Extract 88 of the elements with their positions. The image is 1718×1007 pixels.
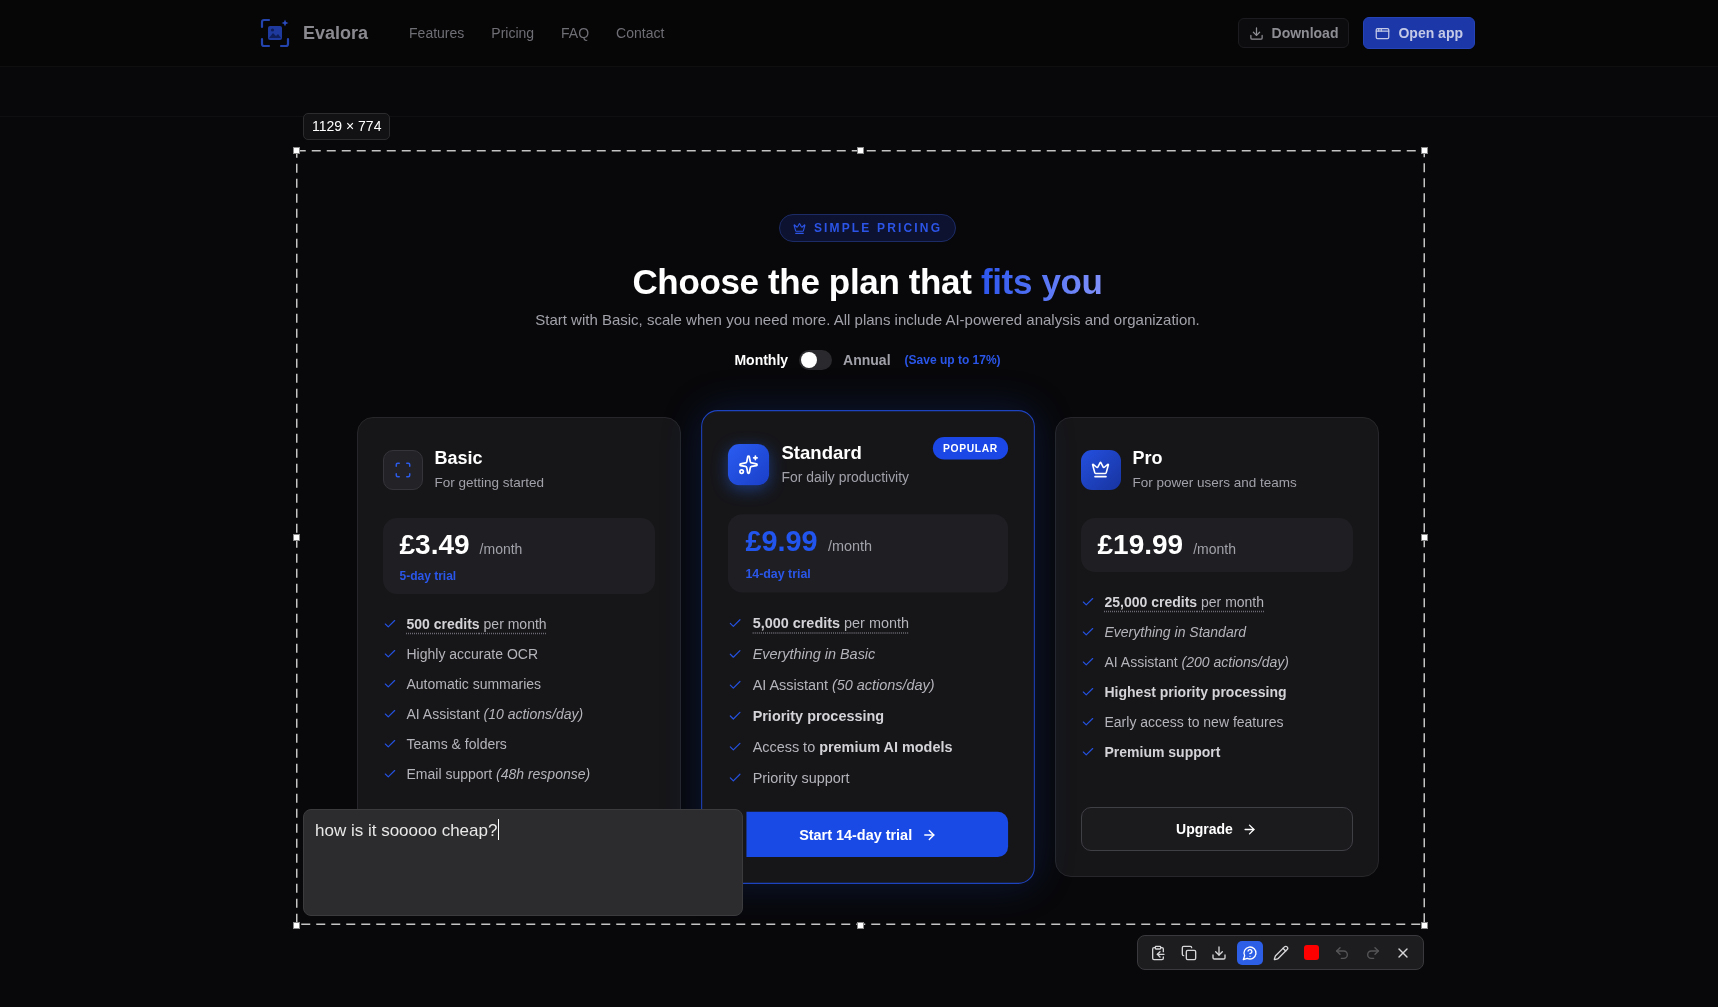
page-heading: Choose the plan that fits you	[632, 261, 1103, 303]
popular-badge: POPULAR	[932, 436, 1008, 460]
price-period: /month	[827, 536, 872, 557]
pencil-icon	[1272, 944, 1289, 961]
scan-icon	[382, 449, 423, 490]
trial-note: 14-day trial	[744, 565, 812, 583]
check-icon	[1080, 655, 1095, 669]
feature-text: Highly accurate OCR	[406, 645, 538, 664]
download-icon	[1248, 25, 1264, 41]
nav-link[interactable]: Contact	[616, 22, 665, 44]
price-period: /month	[1193, 540, 1236, 559]
resize-handle[interactable]	[857, 147, 864, 154]
check-icon	[1080, 595, 1095, 609]
feature-text: Highest priority processing	[1104, 683, 1287, 702]
plan-price: £3.49	[399, 528, 470, 562]
text-cursor	[498, 819, 500, 840]
app-window-icon	[1375, 25, 1391, 41]
billing-option: Monthly	[734, 349, 789, 371]
feature-text: Priority support	[752, 768, 850, 789]
question-bubble-icon	[1241, 944, 1258, 961]
crown-icon	[1080, 449, 1121, 490]
plan-name: Standard	[781, 441, 863, 465]
resize-handle[interactable]	[1421, 922, 1428, 929]
feature-text: Early access to new features	[1104, 713, 1284, 732]
resize-handle[interactable]	[293, 922, 300, 929]
resize-handle[interactable]	[1421, 147, 1428, 154]
page-subtitle: Start with Basic, scale when you need more. All plans include AI-powered analysis and organization.	[535, 310, 1200, 330]
check-icon	[382, 737, 397, 751]
resize-handle[interactable]	[293, 147, 300, 154]
open-app-button[interactable]: Open app	[1363, 17, 1475, 49]
resize-handle[interactable]	[293, 534, 300, 541]
check-icon	[382, 767, 397, 781]
redo-icon	[1364, 944, 1381, 961]
feature-text: Priority processing	[752, 706, 884, 727]
feature-text: AI Assistant (10 actions/day)	[406, 705, 584, 724]
plan-tagline: For daily productivity	[781, 468, 909, 488]
brand-name: Evalora	[303, 21, 369, 45]
trial-note: 5-day trial	[399, 568, 458, 584]
download-icon	[1211, 944, 1228, 961]
nav-link[interactable]: Features	[409, 22, 465, 44]
plan-name: Basic	[434, 447, 484, 470]
logo-icon	[260, 18, 290, 48]
feature-text: AI Assistant (50 actions/day)	[752, 675, 935, 696]
save-note: (Save up to 17%)	[904, 352, 1001, 369]
plan-price: £9.99	[744, 524, 818, 560]
check-icon	[1080, 745, 1095, 759]
plan-tagline: For power users and teams	[1132, 474, 1297, 492]
check-icon	[382, 647, 397, 661]
size-label: 1129 × 774	[303, 113, 391, 140]
billing-toggle[interactable]	[799, 350, 833, 370]
badge-text: SIMPLE PRICING	[813, 220, 943, 237]
copy-icon	[1180, 944, 1197, 961]
nav-link[interactable]: Pricing	[491, 22, 535, 44]
crown-icon	[792, 221, 806, 235]
arrow-right-icon	[1241, 821, 1257, 837]
billing-option: Annual	[843, 349, 891, 371]
feature-text: 500 credits per month	[406, 615, 547, 634]
feature-text: AI Assistant (200 actions/day)	[1104, 653, 1289, 672]
resize-handle[interactable]	[1421, 534, 1428, 541]
nav-link[interactable]: FAQ	[561, 22, 590, 44]
clipboard-icon	[1149, 944, 1166, 961]
price-period: /month	[479, 540, 523, 559]
annotation-text-field[interactable]: how is it sooooo cheap?	[303, 809, 743, 916]
plan-name: Pro	[1132, 447, 1164, 470]
feature-text: Email support (48h response)	[406, 765, 591, 784]
feature-text: Teams & folders	[406, 735, 507, 754]
comment-button[interactable]	[1237, 940, 1263, 965]
feature-text: 25,000 credits per month	[1104, 593, 1265, 612]
upgrade-button[interactable]: Upgrade	[1080, 807, 1353, 851]
start-trial-button[interactable]: Start 14-day trial	[745, 811, 1008, 858]
feature-text: 5,000 credits per month	[752, 614, 909, 634]
check-icon	[1080, 715, 1095, 729]
download-button[interactable]: Download	[1237, 18, 1350, 48]
feature-text: Everything in Standard	[1104, 623, 1247, 642]
check-icon	[382, 617, 397, 631]
check-icon	[1080, 625, 1095, 639]
feature-text: Access to premium AI models	[752, 737, 952, 758]
feature-text: Premium support	[1104, 743, 1221, 762]
check-icon	[1080, 685, 1095, 699]
check-icon	[382, 677, 397, 691]
undo-icon	[1333, 944, 1350, 961]
sparkles-icon	[727, 443, 769, 485]
feature-text: Automatic summaries	[406, 675, 542, 694]
plan-price: £19.99	[1097, 528, 1184, 562]
feature-text: Everything in Basic	[752, 644, 875, 665]
check-icon	[382, 707, 397, 721]
resize-handle[interactable]	[857, 922, 864, 929]
plan-tagline: For getting started	[434, 474, 545, 492]
